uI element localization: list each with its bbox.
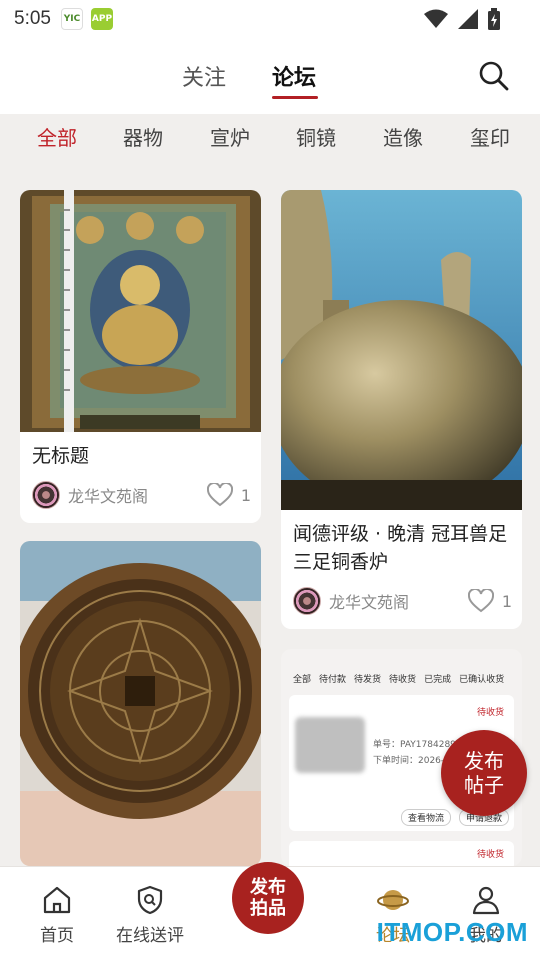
category-seals[interactable]: 玺印 [470, 122, 510, 151]
post-author[interactable]: 龙华文苑阁 [329, 589, 468, 613]
order-tab: 待发货 [354, 675, 382, 685]
category-all[interactable]: 全部 [37, 122, 77, 151]
nav-online-appraisal-label: 在线送评 [116, 926, 184, 946]
order-tabs: 全部 待付款 待发货 待收货 已完成 已确认收货 [293, 672, 504, 685]
avatar[interactable] [32, 481, 60, 509]
publish-post-label-2: 帖子 [464, 773, 504, 797]
app-notification-icon: APP [90, 8, 113, 30]
nav-home[interactable]: 首页 [12, 885, 102, 946]
post-meta: 龙华文苑阁 1 [293, 586, 512, 616]
heart-icon [467, 589, 494, 613]
publish-post-label-1: 发布 [464, 749, 504, 773]
post-meta: 龙华文苑阁 1 [32, 480, 251, 510]
post-image-thangka [20, 190, 261, 432]
status-time: 5:05 [14, 8, 51, 29]
wifi-icon [424, 9, 448, 28]
active-tab-indicator [272, 96, 318, 99]
category-xuande-censer[interactable]: 宣炉 [210, 122, 250, 151]
search-icon[interactable] [478, 60, 510, 92]
watermark: ITMOP.COM [376, 917, 528, 947]
order-status: 待收货 [476, 850, 504, 860]
category-tabs: 全部 器物 宣炉 铜镜 造像 玺印 [0, 114, 540, 160]
publish-post-button[interactable]: 发布 帖子 [441, 730, 527, 816]
order-tab: 全部 [293, 675, 312, 685]
status-bar: 5:05 YIC APP [0, 0, 540, 38]
category-vessels[interactable]: 器物 [123, 122, 163, 151]
post-image-censer [281, 190, 522, 510]
view-logistics-button: 查看物流 [401, 809, 452, 826]
category-statues[interactable]: 造像 [383, 122, 423, 151]
heart-icon [206, 483, 233, 507]
shield-search-icon [137, 885, 163, 915]
publish-lot-label-1: 发布 [250, 877, 286, 898]
order-item: 待收货 [289, 841, 514, 866]
battery-icon [488, 8, 500, 30]
home-icon [43, 886, 71, 914]
order-status: 待收货 [476, 708, 504, 718]
top-header: 关注 论坛 [0, 38, 540, 114]
tab-follow[interactable]: 关注 [182, 60, 226, 92]
like-count: 1 [240, 485, 251, 505]
app-notification-icon: YIC [60, 8, 83, 30]
post-card[interactable]: 闻德评级 · 晚清 冠耳兽足三足铜香炉 龙华文苑阁 1 [281, 190, 522, 629]
like-button[interactable]: 1 [206, 483, 251, 507]
publish-lot-label-2: 拍品 [250, 898, 286, 919]
post-image-bronze-bowl [20, 541, 261, 866]
signal-icon [458, 9, 478, 29]
like-button[interactable]: 1 [467, 589, 512, 613]
avatar[interactable] [293, 587, 321, 615]
post-author[interactable]: 龙华文苑阁 [68, 483, 207, 507]
order-tab: 待收货 [389, 675, 417, 685]
post-card[interactable] [20, 541, 261, 866]
post-title: 无标题 [32, 445, 90, 467]
planet-icon [377, 890, 409, 910]
post-title: 闻德评级 · 晚清 冠耳兽足三足铜香炉 [293, 523, 508, 573]
order-tab: 待付款 [319, 675, 347, 685]
category-bronze-mirror[interactable]: 铜镜 [296, 122, 336, 151]
order-tab: 已完成 [424, 675, 452, 685]
publish-lot-button[interactable]: 发布 拍品 [232, 862, 304, 934]
nav-home-label: 首页 [40, 926, 74, 946]
like-count: 1 [501, 591, 512, 611]
order-tab: 已确认收货 [459, 675, 505, 685]
blurred-product-image [295, 717, 365, 773]
tab-forum[interactable]: 论坛 [272, 60, 316, 92]
nav-online-appraisal[interactable]: 在线送评 [105, 885, 195, 946]
user-icon [472, 886, 500, 915]
status-indicators [424, 8, 500, 30]
post-card[interactable]: 无标题 龙华文苑阁 1 [20, 190, 261, 523]
